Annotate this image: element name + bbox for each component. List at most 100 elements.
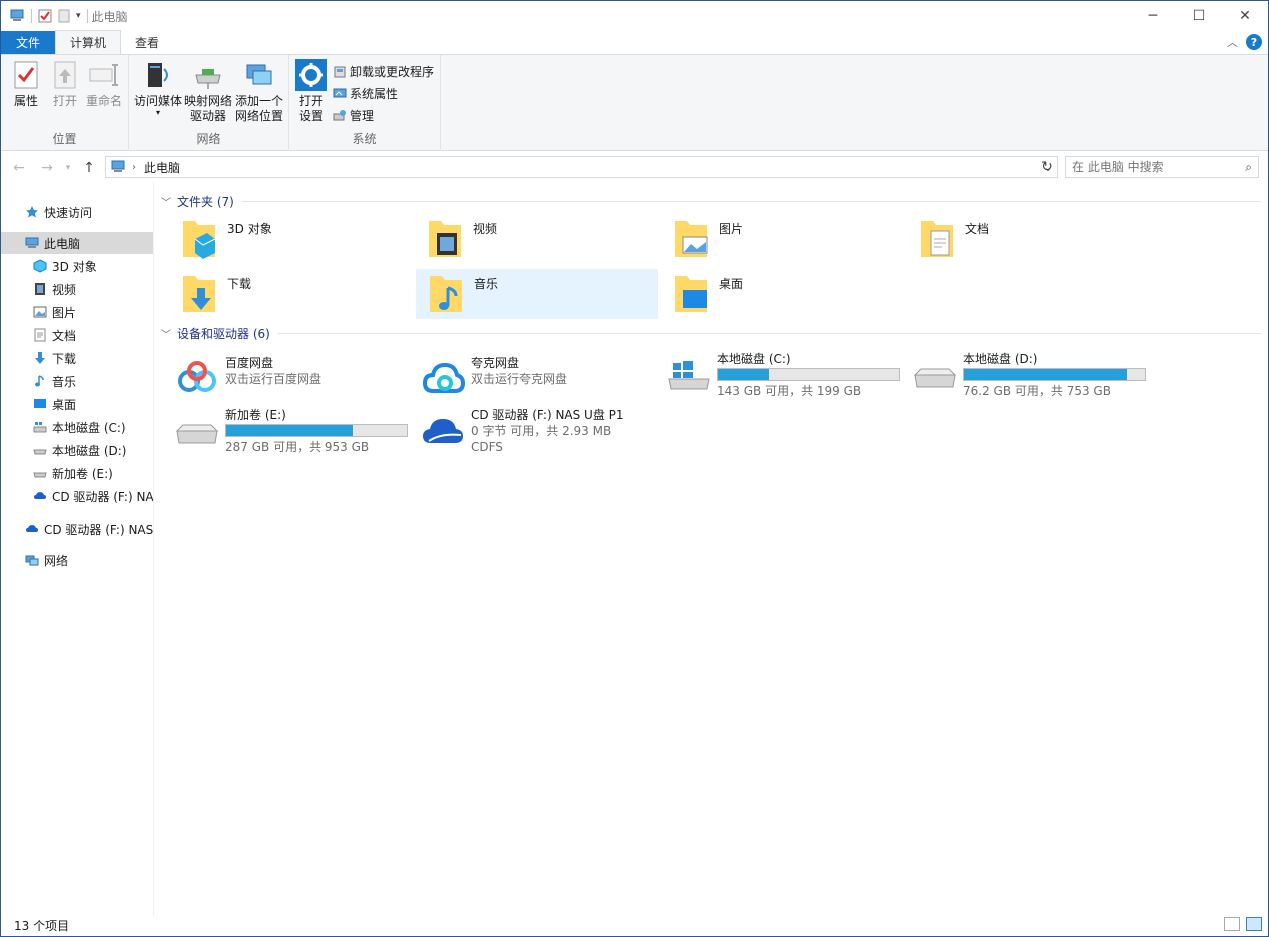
nav-label: CD 驱动器 (F:) NAS U盘 P1: [52, 489, 153, 504]
device-info: 本地磁盘 (C:) 143 GB 可用，共 199 GB: [717, 351, 900, 399]
nav-item-quick-access[interactable]: 快速访问: [1, 201, 153, 223]
folder-tile-music[interactable]: 音乐: [416, 269, 658, 319]
device-name: 夸克网盘: [471, 356, 520, 370]
folders-section-header[interactable]: ﹀ 文件夹 (7): [161, 191, 1261, 211]
map-drive-label-2: 驱动器: [189, 109, 226, 123]
folder-tile-pictures[interactable]: 图片: [653, 214, 895, 264]
nav-item-documents[interactable]: 文档: [1, 324, 153, 346]
recent-locations-icon[interactable]: ▾: [61, 154, 75, 182]
folder-name: 音乐: [474, 277, 499, 291]
collapse-chevron-icon[interactable]: ﹀: [161, 194, 171, 209]
search-input[interactable]: [1072, 160, 1232, 174]
devices-section-header[interactable]: ﹀ 设备和驱动器 (6): [161, 323, 1261, 343]
device-info: 新加卷 (E:) 287 GB 可用，共 953 GB: [225, 407, 408, 455]
close-button[interactable]: ✕: [1222, 1, 1268, 31]
nav-item-music[interactable]: 音乐: [1, 370, 153, 392]
film-icon: [35, 283, 45, 295]
search-icon[interactable]: ⌕: [1245, 160, 1252, 175]
cloud-drive-icon: [34, 492, 46, 499]
device-tile-cd-drive-f[interactable]: CD 驱动器 (F:) NAS U盘 P1 0 字节 可用，共 2.93 MB …: [411, 405, 657, 469]
nav-label: 文档: [52, 328, 77, 343]
pictures-folder-icon: [675, 221, 708, 257]
device-tile-quark-netdisk[interactable]: 夸克网盘 双击运行夸克网盘: [411, 353, 657, 407]
device-tile-disk-c[interactable]: 本地磁盘 (C:) 143 GB 可用，共 199 GB: [657, 349, 903, 403]
nav-item-downloads[interactable]: 下载: [1, 347, 153, 369]
folder-tile-videos[interactable]: 视频: [407, 214, 649, 264]
access-media-button[interactable]: 访问媒体 ▾: [133, 59, 183, 117]
breadcrumb-this-pc[interactable]: 此电脑: [144, 159, 180, 176]
map-network-drive-button[interactable]: 映射网络 驱动器: [183, 59, 233, 124]
folder-tile-documents[interactable]: 文档: [899, 214, 1141, 264]
nav-item-disk-e[interactable]: 新加卷 (E:): [1, 462, 153, 484]
properties-button[interactable]: 属性: [10, 59, 42, 109]
qat-dropdown-icon[interactable]: ▾: [76, 11, 81, 21]
baidu-netdisk-icon: [178, 361, 216, 392]
nav-item-disk-c[interactable]: 本地磁盘 (C:): [1, 416, 153, 438]
nav-item-videos[interactable]: 视频: [1, 278, 153, 300]
settings-gear-icon: [295, 59, 327, 91]
device-filesystem: CDFS: [471, 440, 503, 454]
details-view-icon[interactable]: [1224, 917, 1240, 931]
back-button[interactable]: ←: [5, 154, 33, 182]
file-explorer-window: ▾ 此电脑 ─ ☐ ✕ 文件 计算机 查看 ︿ ? 属性 打开 重命名 位置 访…: [0, 0, 1269, 937]
3d-objects-folder-icon: [183, 221, 216, 259]
open-settings-button[interactable]: 打开 设置: [295, 59, 327, 124]
device-tile-disk-d[interactable]: 本地磁盘 (D:) 76.2 GB 可用，共 753 GB: [903, 349, 1149, 403]
folder-tile-desktop[interactable]: 桌面: [653, 269, 895, 319]
forward-button[interactable]: →: [33, 154, 61, 182]
network-group-label: 网络: [196, 132, 221, 146]
uninstall-label: 卸载或更改程序: [350, 65, 435, 79]
collapse-ribbon-icon[interactable]: ︿: [1227, 34, 1238, 50]
network-drive-icon: [195, 69, 221, 89]
manage-icon: [333, 109, 346, 120]
open-button[interactable]: 打开: [49, 59, 81, 109]
tab-computer[interactable]: 计算机: [55, 30, 122, 54]
large-icons-view-icon[interactable]: [1246, 917, 1262, 931]
folder-name: 桌面: [719, 277, 744, 291]
refresh-button[interactable]: ↻: [1036, 153, 1058, 181]
properties-qat-icon[interactable]: [38, 9, 52, 23]
collapse-chevron-icon[interactable]: ﹀: [161, 326, 171, 341]
ribbon: 属性 打开 重命名 位置 访问媒体 ▾ 映射网络 驱动器 添加一个 网络位置 网…: [1, 54, 1268, 151]
maximize-button[interactable]: ☐: [1176, 1, 1222, 31]
navigation-pane-divider[interactable]: [153, 182, 154, 916]
nav-item-cd-drive-f-root[interactable]: CD 驱动器 (F:) NAS U盘 P1: [1, 518, 153, 540]
nav-item-desktop[interactable]: 桌面: [1, 393, 153, 415]
open-icon: [54, 61, 76, 89]
nav-label: 快速访问: [44, 205, 93, 220]
device-tile-baidu-netdisk[interactable]: 百度网盘 双击运行百度网盘: [165, 353, 411, 407]
nav-item-this-pc[interactable]: 此电脑: [1, 232, 153, 254]
new-folder-qat-icon[interactable]: [58, 9, 70, 23]
disk-usage-bar: [963, 368, 1146, 381]
folder-tile-3d-objects[interactable]: 3D 对象: [161, 214, 403, 264]
system-properties-button[interactable]: 系统属性: [333, 85, 398, 102]
device-description: 143 GB 可用，共 199 GB: [717, 384, 862, 398]
nav-item-pictures[interactable]: 图片: [1, 301, 153, 323]
manage-button[interactable]: 管理: [333, 107, 374, 124]
tab-file[interactable]: 文件: [1, 31, 55, 54]
device-tile-disk-e[interactable]: 新加卷 (E:) 287 GB 可用，共 953 GB: [165, 405, 411, 459]
add-location-label-1: 添加一个: [234, 94, 283, 108]
rename-button[interactable]: 重命名: [85, 59, 123, 109]
folder-tile-downloads[interactable]: 下载: [161, 269, 403, 319]
tab-view[interactable]: 查看: [121, 31, 173, 54]
nav-item-3d-objects[interactable]: 3D 对象: [1, 255, 153, 277]
up-button[interactable]: ↑: [75, 154, 103, 182]
help-icon[interactable]: ?: [1246, 34, 1262, 50]
this-pc-icon: [10, 9, 24, 21]
minimize-button[interactable]: ─: [1130, 1, 1176, 31]
nav-item-cd-drive-f[interactable]: CD 驱动器 (F:) NAS U盘 P1: [1, 485, 153, 507]
search-box[interactable]: ⌕: [1065, 156, 1259, 178]
manage-label: 管理: [350, 109, 375, 123]
uninstall-icon: [334, 66, 346, 77]
document-icon: [34, 328, 46, 342]
title-bar: ▾ 此电脑 ─ ☐ ✕: [1, 1, 1268, 31]
nav-item-network[interactable]: 网络: [1, 549, 153, 571]
nav-item-disk-d[interactable]: 本地磁盘 (D:): [1, 439, 153, 461]
add-network-location-button[interactable]: 添加一个 网络位置: [233, 59, 285, 124]
address-bar[interactable]: › 此电脑 ⌄: [105, 156, 1058, 178]
uninstall-program-button[interactable]: 卸载或更改程序: [333, 63, 434, 80]
breadcrumb-chevron-icon[interactable]: ›: [132, 162, 136, 173]
hard-drive-icon: [175, 424, 219, 444]
content-area: ﹀ 文件夹 (7) 3D 对象 视频 图片 文档 下载 音乐 桌面 ﹀ 设备和驱…: [161, 191, 1261, 911]
